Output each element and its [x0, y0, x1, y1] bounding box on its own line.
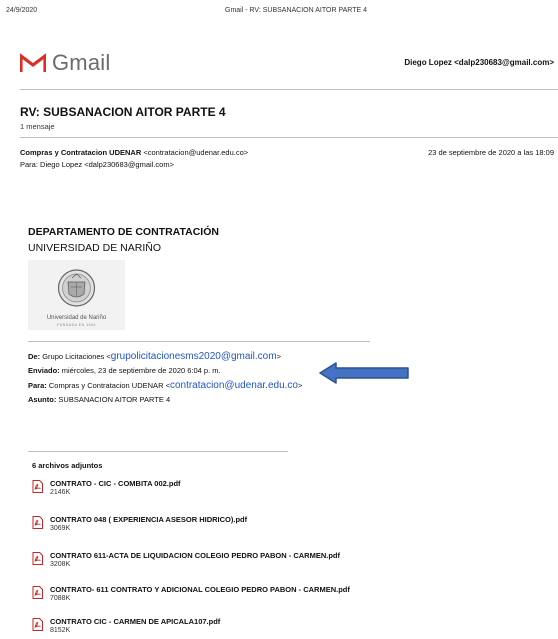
message-sender: Compras y Contratacion UDENAR <contratac…: [20, 148, 248, 157]
forwarded-from-label: De:: [28, 352, 41, 361]
gmail-logo-text: Gmail: [52, 50, 111, 75]
forwarded-from: De: Grupo Licitaciones <grupolicitacione…: [28, 351, 281, 362]
attachment-item[interactable]: CONTRATO 611-ACTA DE LIQUIDACION COLEGIO…: [32, 551, 340, 568]
message-recipient: Para: Diego Lopez <dalp230683@gmail.com>: [20, 160, 174, 169]
attachment-item[interactable]: CONTRATO CIC - CARMEN DE APICALA107.pdf …: [32, 617, 220, 634]
attachment-size: 3208K: [50, 561, 71, 568]
attachment-name: CONTRATO - CIC - COMBITA 002.pdf: [50, 479, 181, 488]
forwarded-from-email-link[interactable]: grupolicitacionesms2020@gmail.com: [111, 351, 277, 362]
left-arrow-icon: [319, 362, 409, 384]
attachment-name: CONTRATO CIC - CARMEN DE APICALA107.pdf: [50, 617, 221, 626]
pdf-file-icon: [32, 480, 43, 493]
message-count: 1 mensaje: [20, 122, 55, 131]
attachment-size: 8152K: [50, 627, 71, 634]
forwarded-sent-value: miércoles, 23 de septiembre de 2020 6:04…: [61, 366, 221, 375]
attachment-size: 7088K: [50, 595, 71, 602]
thread-subject: RV: SUBSANACION AITOR PARTE 4: [20, 105, 226, 119]
forwarded-subject-value: SUBSANACION AITOR PARTE 4: [58, 395, 171, 404]
print-title: Gmail - RV: SUBSANACION AITOR PARTE 4: [225, 7, 367, 14]
forwarded-subject-label: Asunto:: [28, 395, 57, 404]
seal-label: Universidad de Nariño: [46, 315, 107, 321]
pdf-file-icon: [32, 586, 43, 599]
forwarded-subject: Asunto: SUBSANACION AITOR PARTE 4: [28, 395, 170, 404]
attachment-size: 3069K: [50, 525, 71, 532]
attachments-count: 6 archivos adjuntos: [32, 461, 103, 470]
university-name: UNIVERSIDAD DE NARIÑO: [28, 242, 162, 254]
forwarded-to-email-link[interactable]: contratacion@udenar.edu.co: [170, 380, 298, 391]
forwarded-sent: Enviado: miércoles, 23 de septiembre de …: [28, 366, 221, 375]
attachment-name: CONTRATO 048 ( EXPERIENCIA ASESOR HIDRIC…: [50, 515, 248, 524]
university-seal-image: Universidad de Nariño FUNDADA EN 1904: [28, 260, 125, 330]
header-divider: [20, 89, 558, 90]
recipient-value: Diego Lopez <dalp230683@gmail.com>: [40, 160, 174, 169]
account-label: Diego Lopez <dalp230683@gmail.com>: [404, 58, 554, 67]
attachments-divider: [28, 451, 288, 452]
forwarded-from-name: Grupo Licitaciones <: [42, 352, 111, 361]
sender-email: <contratacion@udenar.edu.co>: [143, 148, 249, 157]
forwarded-from-close: >: [276, 352, 281, 361]
message-date: 23 de septiembre de 2020 a las 18:09: [428, 148, 554, 157]
forwarded-sent-label: Enviado:: [28, 366, 60, 375]
attachment-name: CONTRATO- 611 CONTRATO Y ADICIONAL COLEG…: [50, 585, 350, 594]
signature-divider: [28, 341, 370, 342]
forwarded-to-label: Para:: [28, 381, 47, 390]
attachment-name: CONTRATO 611-ACTA DE LIQUIDACION COLEGIO…: [50, 551, 341, 560]
forwarded-to-close: >: [297, 381, 303, 390]
pdf-file-icon: [32, 552, 43, 565]
seal-emblem-icon: [57, 269, 96, 307]
print-date: 24/9/2020: [6, 7, 38, 14]
forwarded-to-name: Compras y Contratacion UDENAR <: [48, 381, 170, 390]
pdf-file-icon: [32, 516, 43, 529]
forwarded-to: Para: Compras y Contratacion UDENAR <con…: [28, 380, 302, 391]
attachment-item[interactable]: CONTRATO 048 ( EXPERIENCIA ASESOR HIDRIC…: [32, 515, 247, 532]
sender-name: Compras y Contratacion UDENAR: [20, 148, 142, 157]
department-heading: DEPARTAMENTO DE CONTRATACIÓN: [28, 226, 219, 238]
attachment-size: 2146K: [50, 489, 71, 496]
gmail-logo[interactable]: Gmail: [20, 50, 110, 76]
seal-sublabel: FUNDADA EN 1904: [57, 323, 96, 327]
gmail-m-icon: [20, 53, 46, 72]
thread-divider: [20, 137, 558, 138]
pdf-file-icon: [32, 618, 43, 631]
recipient-label: Para:: [20, 160, 38, 169]
attachment-item[interactable]: CONTRATO - CIC - COMBITA 002.pdf 2146K: [32, 479, 181, 496]
attachment-item[interactable]: CONTRATO- 611 CONTRATO Y ADICIONAL COLEG…: [32, 585, 350, 602]
